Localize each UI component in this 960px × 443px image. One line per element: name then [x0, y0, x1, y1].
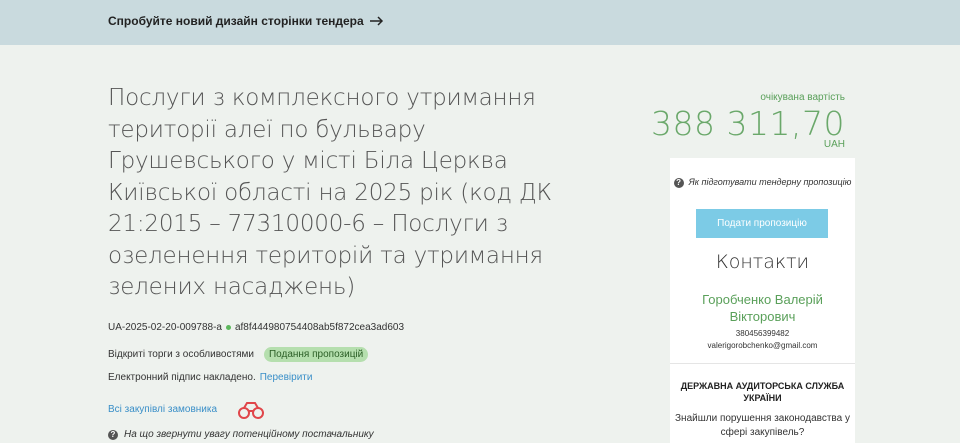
arrow-right-icon — [369, 16, 383, 26]
new-design-link[interactable]: Спробуйте новий дизайн сторінки тендера — [108, 14, 384, 28]
question-icon: ? — [108, 429, 118, 440]
verify-signature-link[interactable]: Перевірити — [260, 372, 313, 383]
contact-phone: 380456399482 — [735, 329, 790, 338]
top-banner: Спробуйте новий дизайн сторінки тендера — [0, 0, 960, 45]
procedure-type: Відкриті торги з особливостями — [108, 349, 254, 360]
question-icon: ? — [673, 177, 684, 188]
new-design-link-label: Спробуйте новий дизайн сторінки тендера — [108, 14, 364, 28]
submit-proposal-button[interactable]: Подати пропозицію — [696, 209, 828, 238]
all-purchases-link[interactable]: Всі закупівлі замовника — [108, 404, 217, 415]
audit-service-text: Знайшли порушення законодавства у сфері … — [675, 413, 850, 438]
audit-service-title: ДЕРЖАВНА АУДИТОРСЬКА СЛУЖБА УКРАЇНИ — [680, 381, 845, 403]
expected-value-amount: 388 311,70 — [651, 104, 845, 143]
supplier-attention-link[interactable]: ? На що звернути увагу потенційному пост… — [108, 429, 374, 440]
how-to-text: Як підготувати тендерну пропозицію — [688, 177, 852, 187]
procedure-row: Відкриті торги з особливостями Подання п… — [108, 347, 369, 362]
divider — [670, 363, 855, 364]
status-dot-icon — [225, 325, 231, 330]
expected-value-currency: UAH — [823, 139, 845, 150]
side-panel: ? Як підготувати тендерну пропозицію Пода… — [670, 158, 855, 443]
status-badge: Подання пропозицій — [263, 347, 369, 362]
contact-name: Горобченко Валерій Вікторович — [702, 292, 823, 324]
tender-id: UA-2025-02-20-009788-a — [108, 322, 222, 333]
contacts-title: Контакти — [715, 251, 810, 273]
tender-title: Послуги з комплексного утримання територ… — [108, 85, 552, 300]
binoculars-icon[interactable] — [236, 401, 266, 419]
expected-value-label: очікувана вартість — [760, 92, 845, 103]
tender-hash: af8f444980754408ab5f872cea3ad603 — [234, 322, 405, 333]
signature-row: Електронний підпис накладено. Перевірити — [108, 372, 312, 383]
signature-text: Електронний підпис накладено. — [108, 372, 256, 383]
tender-ids: UA-2025-02-20-009788-a af8f444980754408a… — [108, 322, 404, 333]
how-to-prepare-link[interactable]: ? Як підготувати тендерну пропозицію — [670, 176, 855, 189]
attention-text: На що звернути увагу потенційному постач… — [124, 429, 374, 440]
contact-email: valerigorobchenko@gmail.com — [707, 341, 818, 350]
